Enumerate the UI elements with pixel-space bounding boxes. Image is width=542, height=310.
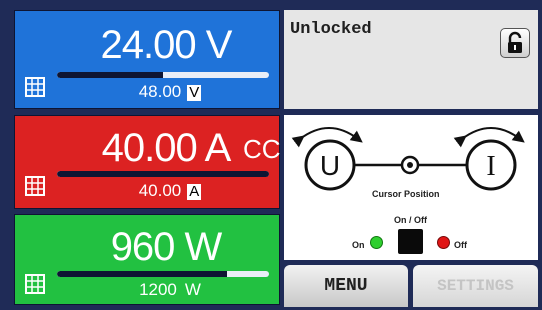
voltage-set-row: 48.00 V: [95, 83, 245, 101]
lock-button[interactable]: [500, 28, 530, 58]
power-bar: [57, 271, 269, 277]
menu-button[interactable]: MENU: [284, 265, 408, 307]
right-knob-label: I: [486, 151, 495, 182]
current-bar: [57, 171, 269, 177]
onoff-button[interactable]: [398, 229, 423, 254]
current-set-value: 40.00: [138, 181, 182, 200]
on-indicator-icon: [370, 236, 383, 249]
power-bar-fill: [57, 271, 227, 277]
current-panel[interactable]: 40.00 A CC 40.00 A: [14, 115, 281, 209]
current-set-row: 40.00 A: [95, 182, 245, 200]
voltage-knob[interactable]: U: [291, 127, 363, 191]
settings-button[interactable]: SETTINGS: [413, 265, 538, 307]
padlock-unlocked-icon: [508, 31, 522, 53]
on-label: On: [352, 240, 365, 250]
voltage-actual-value: 24.00 V: [100, 23, 233, 67]
power-panel[interactable]: 960 W 1200 W: [14, 214, 280, 305]
keypad-icon[interactable]: [25, 77, 45, 97]
left-knob-label: U: [320, 150, 340, 181]
voltage-bar: [57, 72, 269, 78]
keypad-icon[interactable]: [25, 274, 45, 294]
power-set-unit: W: [184, 280, 201, 299]
voltage-set-value: 48.00: [138, 82, 182, 101]
power-set-value: 1200: [139, 280, 177, 299]
cursor-position-label: Cursor Position: [372, 189, 440, 199]
off-indicator-icon: [437, 236, 450, 249]
control-panel: U I Cursor Position On / Off On Off: [284, 115, 538, 260]
keypad-icon[interactable]: [25, 176, 45, 196]
current-knob[interactable]: I: [453, 127, 525, 191]
power-actual-value: 960 W: [110, 225, 223, 269]
power-set-row: 1200 W: [95, 281, 245, 299]
current-actual-value: 40.00 A: [101, 126, 232, 170]
voltage-bar-fill: [57, 72, 163, 78]
voltage-set-unit: V: [187, 84, 202, 101]
current-set-unit: A: [187, 183, 202, 200]
current-bar-fill: [57, 171, 269, 177]
lock-status-text: Unlocked: [290, 20, 372, 39]
status-panel: Unlocked: [284, 10, 538, 109]
voltage-panel[interactable]: 24.00 V 48.00 V: [14, 10, 280, 109]
cursor-position-icon: [400, 155, 420, 175]
regulation-mode-badge: CC: [243, 134, 281, 164]
onoff-label: On / Off: [394, 215, 427, 225]
off-label: Off: [454, 240, 467, 250]
